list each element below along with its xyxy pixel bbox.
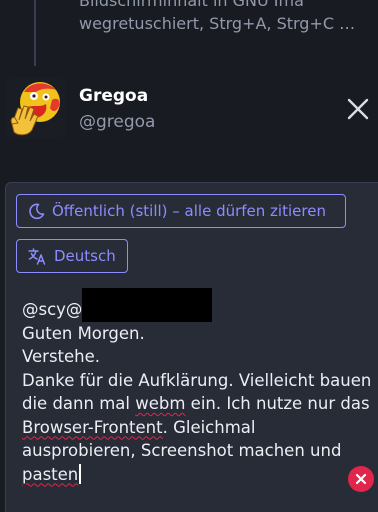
visibility-selector-button[interactable]: Öffentlich (still) – alle dürfen zitiere… bbox=[16, 194, 346, 228]
avatar-image bbox=[6, 78, 66, 138]
quoted-post-line-1: Bildschirminhalt in GNU Ima bbox=[79, 0, 304, 10]
reply-composer-screen: Bildschirminhalt in GNU Ima wegretuschie… bbox=[0, 0, 378, 512]
text-line: pasten bbox=[22, 463, 372, 487]
text-caret bbox=[79, 463, 81, 484]
author-display-name: Gregoa bbox=[79, 86, 149, 106]
text-segment: . Gleichmal bbox=[162, 417, 256, 437]
text-line: Browser-Frontent. Gleichmal bbox=[22, 416, 372, 440]
language-selector-button[interactable]: Deutsch bbox=[16, 239, 128, 273]
thread-connector-line bbox=[34, 0, 36, 66]
mention-text: @scy@ bbox=[22, 300, 83, 319]
text-line-mention: @scy@ bbox=[22, 287, 372, 322]
avatar[interactable] bbox=[6, 78, 66, 138]
close-icon bbox=[347, 98, 369, 120]
misspelled-word: pasten bbox=[22, 464, 79, 484]
translate-icon bbox=[28, 247, 46, 265]
close-reply-button[interactable] bbox=[344, 95, 372, 123]
quoted-post-text: Bildschirminhalt in GNU Ima wegretuschie… bbox=[79, 0, 378, 35]
misspelled-word: Browser-Frontent bbox=[22, 417, 163, 437]
text-line: Danke für die Aufklärung. Vielleicht bau… bbox=[22, 370, 372, 390]
text-segment: ein. Ich nutze nur das bbox=[185, 394, 370, 413]
redacted-block bbox=[82, 287, 213, 322]
misspelled-word: webm bbox=[135, 394, 186, 413]
visibility-label: Öffentlich (still) – alle dürfen zitiere… bbox=[52, 202, 326, 220]
quoted-post-line-2: wegretuschiert, Strg+A, Strg+C … bbox=[79, 14, 356, 33]
text-line: Guten Morgen. bbox=[22, 323, 145, 343]
moon-icon bbox=[29, 203, 45, 219]
text-segment: die dann mal bbox=[22, 394, 136, 413]
text-line: die dann mal webm ein. Ich nutze nur das bbox=[22, 392, 372, 416]
language-label: Deutsch bbox=[54, 247, 116, 265]
author-handle: @gregoa bbox=[79, 112, 156, 132]
clear-text-button[interactable] bbox=[348, 466, 374, 492]
text-line: Verstehe. bbox=[22, 347, 101, 366]
clear-icon bbox=[355, 473, 367, 485]
text-line: ausprobieren, Screenshot machen und bbox=[22, 441, 342, 460]
compose-textarea[interactable]: @scy@ Guten Morgen. Verstehe. Danke für … bbox=[22, 287, 372, 487]
